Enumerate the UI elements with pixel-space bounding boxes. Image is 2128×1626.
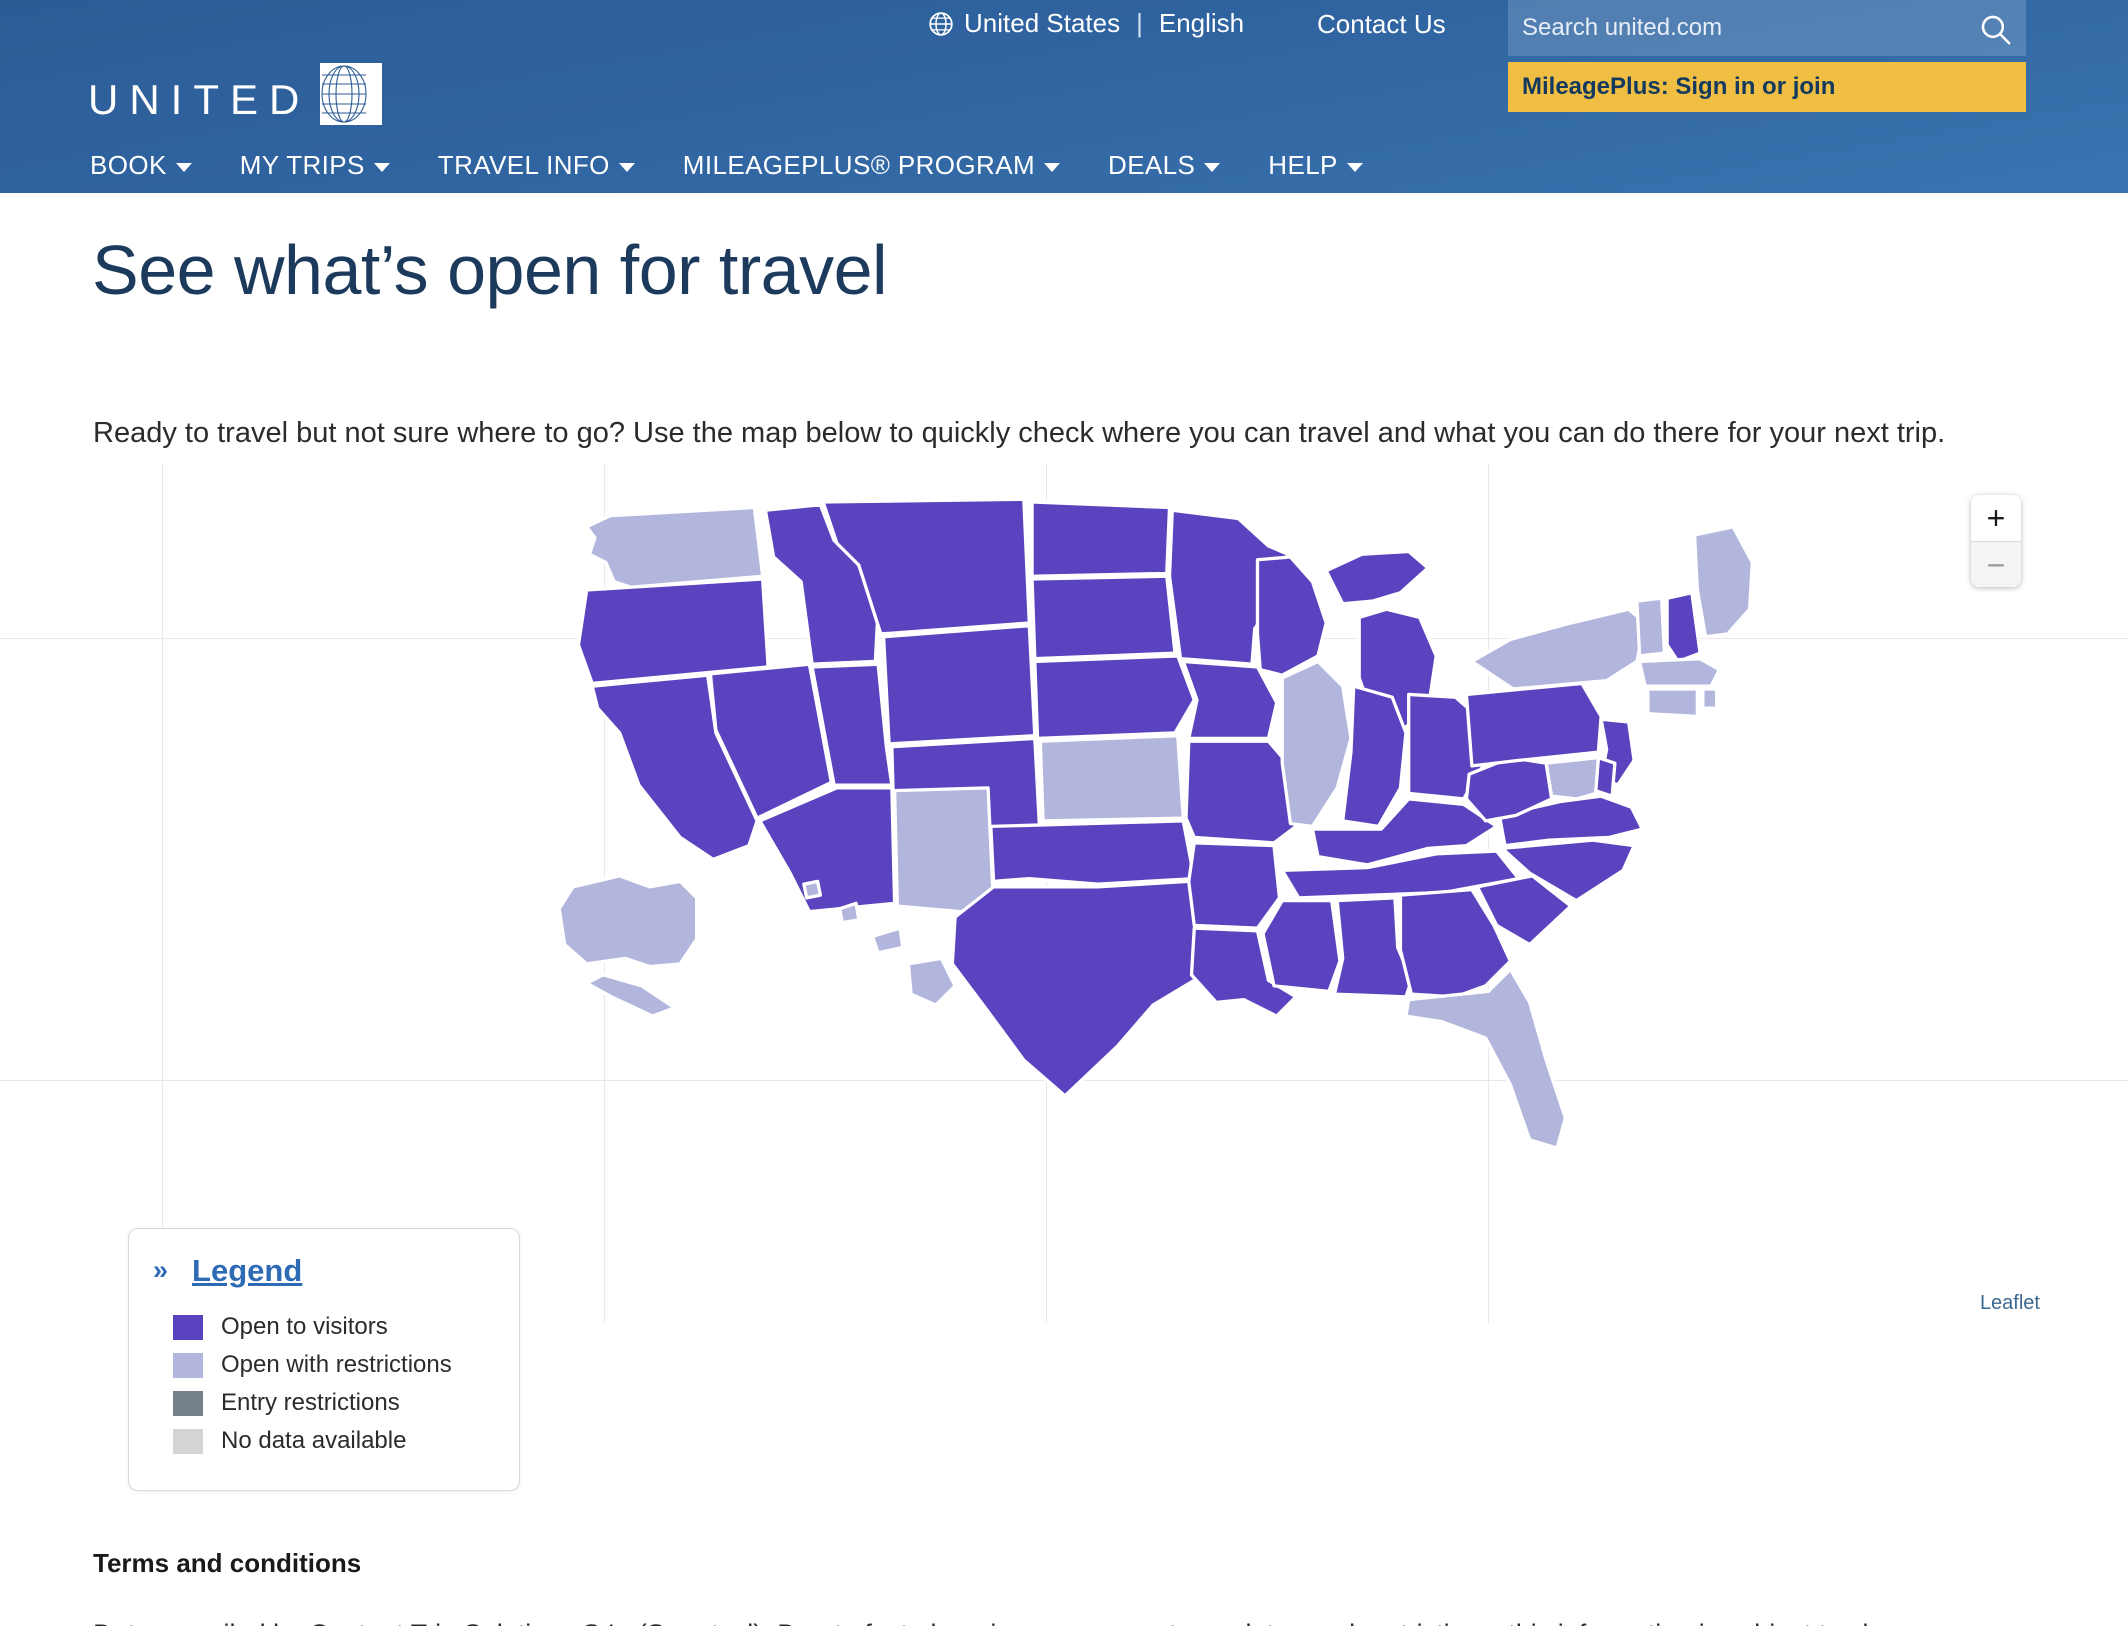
chevron-down-icon xyxy=(1346,162,1363,172)
main-navigation: BOOK MY TRIPS TRAVEL INFO MILEAGEPLUS® P… xyxy=(0,138,2128,193)
chevron-double-right-icon[interactable]: » xyxy=(153,1257,168,1284)
united-globe-mark-icon xyxy=(320,63,383,125)
state-new-mexico[interactable] xyxy=(892,786,996,914)
chevron-down-icon xyxy=(1204,162,1221,172)
page-title: See what’s open for travel xyxy=(92,231,888,309)
legend-title[interactable]: Legend xyxy=(192,1255,302,1286)
state-arkansas[interactable] xyxy=(1187,841,1282,930)
state-massachusetts[interactable] xyxy=(1637,657,1721,688)
state-new-hampshire[interactable] xyxy=(1665,591,1702,664)
locale-selector[interactable]: United States | English xyxy=(928,8,1244,39)
us-states-map[interactable] xyxy=(548,491,1868,1291)
state-nebraska[interactable] xyxy=(1033,654,1196,741)
nav-item-deals[interactable]: DEALS xyxy=(1108,150,1221,181)
nav-item-mileageplus-program[interactable]: MILEAGEPLUS® PROGRAM xyxy=(682,150,1061,181)
search-icon[interactable] xyxy=(1978,12,2012,46)
locale-separator: | xyxy=(1136,8,1143,38)
state-oregon[interactable] xyxy=(576,577,770,686)
legend-item-no-data-available: No data available xyxy=(173,1422,495,1460)
state-mississippi[interactable] xyxy=(1261,898,1342,993)
state-wisconsin[interactable] xyxy=(1255,555,1328,677)
site-header: United States | English Contact Us Milea… xyxy=(0,0,2128,193)
legend-item-entry-restrictions: Entry restrictions xyxy=(173,1384,495,1422)
state-indiana[interactable] xyxy=(1341,684,1408,829)
state-washington[interactable] xyxy=(585,505,765,589)
state-maine[interactable] xyxy=(1692,525,1754,639)
legend-label: Open to visitors xyxy=(221,1313,388,1340)
state-connecticut[interactable] xyxy=(1646,687,1699,719)
united-logo[interactable]: UNITED xyxy=(88,63,383,125)
nav-label: HELP xyxy=(1268,150,1338,180)
state-illinois[interactable] xyxy=(1280,659,1353,829)
nav-item-travel-info[interactable]: TRAVEL INFO xyxy=(438,150,635,181)
legend-swatch-open-with-restrictions xyxy=(173,1352,203,1378)
state-alaska[interactable] xyxy=(557,874,699,1018)
state-oklahoma[interactable] xyxy=(989,819,1196,886)
state-florida[interactable] xyxy=(1404,967,1568,1150)
locale-language: English xyxy=(1158,8,1245,38)
legend-label: Open with restrictions xyxy=(221,1351,452,1378)
page-intro-text: Ready to travel but not sure where to go… xyxy=(93,417,1946,449)
search-box[interactable] xyxy=(1508,0,2026,56)
locale-country: United States xyxy=(964,8,1121,38)
utility-bar: United States | English Contact Us Milea… xyxy=(0,0,2128,112)
terms-p1-text: Data compiled by Content Trip Solutions … xyxy=(93,1619,1937,1626)
mileageplus-signin-button[interactable]: MileagePlus: Sign in or join xyxy=(1508,62,2026,112)
state-new-york[interactable] xyxy=(1470,607,1647,691)
state-pennsylvania[interactable] xyxy=(1464,681,1603,768)
legend-swatch-no-data-available xyxy=(173,1428,203,1454)
legend-header[interactable]: » Legend xyxy=(153,1255,495,1286)
nav-label: MILEAGEPLUS® PROGRAM xyxy=(682,150,1036,180)
legend-swatch-open-to-visitors xyxy=(173,1314,203,1340)
zoom-out-button[interactable]: − xyxy=(1971,541,2021,587)
leaflet-attribution-link[interactable]: Leaflet xyxy=(1980,1292,2040,1315)
zoom-in-button[interactable]: + xyxy=(1971,495,2021,541)
terms-heading: Terms and conditions xyxy=(93,1548,362,1578)
legend-label: Entry restrictions xyxy=(221,1389,400,1416)
travel-map[interactable]: + − Leaflet xyxy=(0,463,2128,1323)
map-zoom-controls[interactable]: + − xyxy=(1971,495,2021,587)
state-maryland[interactable] xyxy=(1544,756,1601,801)
chevron-down-icon xyxy=(618,162,635,172)
nav-item-help[interactable]: HELP xyxy=(1268,150,1363,181)
nav-label: MY TRIPS xyxy=(239,150,365,180)
nav-item-book[interactable]: BOOK xyxy=(90,150,192,181)
map-legend[interactable]: » Legend Open to visitors Open with rest… xyxy=(128,1228,520,1491)
globe-icon xyxy=(928,11,954,37)
legend-item-open-with-restrictions: Open with restrictions xyxy=(173,1346,495,1384)
nav-label: DEALS xyxy=(1108,150,1196,180)
chevron-down-icon xyxy=(1044,162,1061,172)
united-logo-text: UNITED xyxy=(88,76,311,123)
state-wyoming[interactable] xyxy=(881,624,1037,746)
state-rhode-island[interactable] xyxy=(1701,687,1719,710)
state-texas[interactable] xyxy=(950,879,1207,1098)
state-kansas[interactable] xyxy=(1038,734,1185,823)
nav-label: TRAVEL INFO xyxy=(437,150,610,180)
legend-label: No data available xyxy=(221,1427,407,1454)
state-south-dakota[interactable] xyxy=(1030,574,1177,661)
nav-label: BOOK xyxy=(90,150,167,180)
chevron-down-icon xyxy=(373,162,390,172)
legend-item-open-to-visitors: Open to visitors xyxy=(173,1308,495,1346)
state-iowa[interactable] xyxy=(1181,659,1279,741)
terms-paragraph-data-source: Data compiled by Content Trip Solutions … xyxy=(93,1615,1993,1626)
terms-and-conditions: Terms and conditions Data compiled by Co… xyxy=(93,1548,2043,1626)
search-input[interactable] xyxy=(1508,0,1938,56)
nav-item-my-trips[interactable]: MY TRIPS xyxy=(240,150,390,181)
contact-us-link[interactable]: Contact Us xyxy=(1317,9,1446,40)
legend-swatch-entry-restrictions xyxy=(173,1390,203,1416)
state-north-dakota[interactable] xyxy=(1030,500,1172,578)
state-vermont[interactable] xyxy=(1635,596,1667,658)
chevron-down-icon xyxy=(175,162,192,172)
